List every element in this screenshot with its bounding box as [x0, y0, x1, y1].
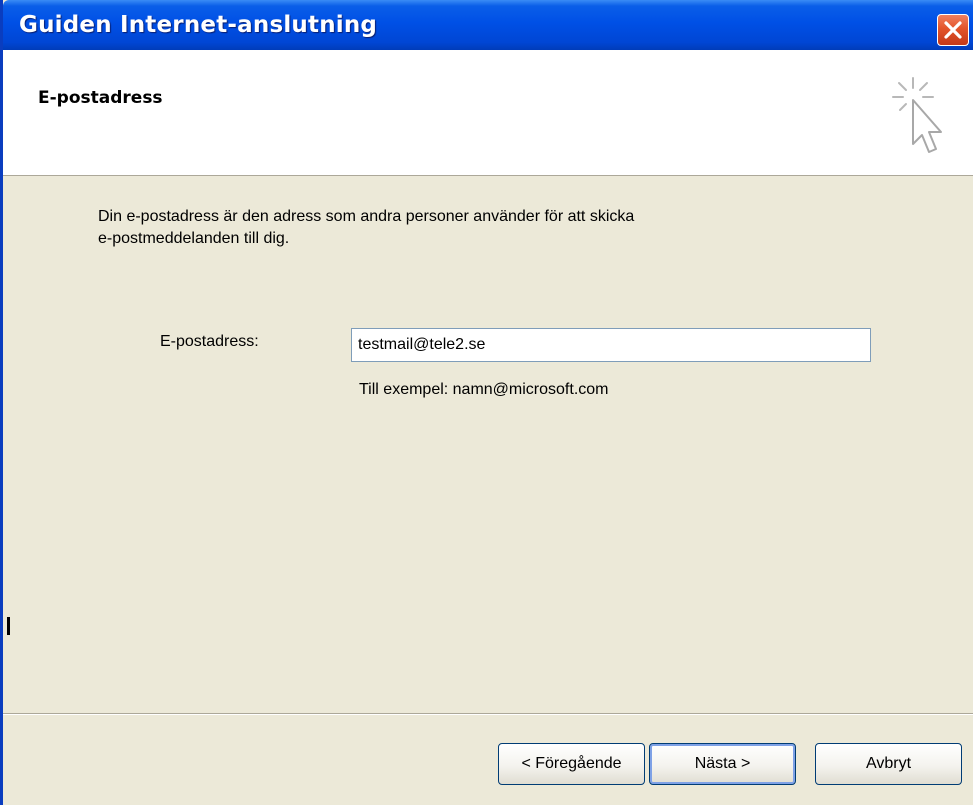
title-bar[interactable]: Guiden Internet-anslutning: [3, 0, 973, 50]
header-panel: E-postadress: [3, 50, 973, 176]
email-label: E-postadress:: [160, 333, 259, 350]
next-button[interactable]: Nästa >: [649, 743, 796, 785]
close-button[interactable]: [937, 14, 969, 46]
wizard-content: Din e-postadress är den adress som andra…: [3, 176, 973, 714]
wizard-cursor-icon: [892, 77, 942, 153]
close-icon: [944, 21, 962, 39]
description-line-2: e-postmeddelanden till dig.: [98, 230, 290, 247]
example-hint: Till exempel: namn@microsoft.com: [359, 381, 609, 398]
page-heading: E-postadress: [38, 88, 163, 108]
description-line-1: Din e-postadress är den adress som andra…: [98, 208, 635, 225]
window-title: Guiden Internet-anslutning: [19, 12, 378, 38]
description-text: Din e-postadress är den adress som andra…: [98, 206, 858, 250]
window-edge-mark: [7, 617, 10, 635]
email-input[interactable]: [351, 328, 871, 362]
back-button[interactable]: < Föregående: [498, 743, 645, 785]
footer-separator: [3, 713, 973, 715]
cancel-button[interactable]: Avbryt: [815, 743, 962, 785]
wizard-window: Guiden Internet-anslutning E-postadress …: [0, 0, 973, 805]
